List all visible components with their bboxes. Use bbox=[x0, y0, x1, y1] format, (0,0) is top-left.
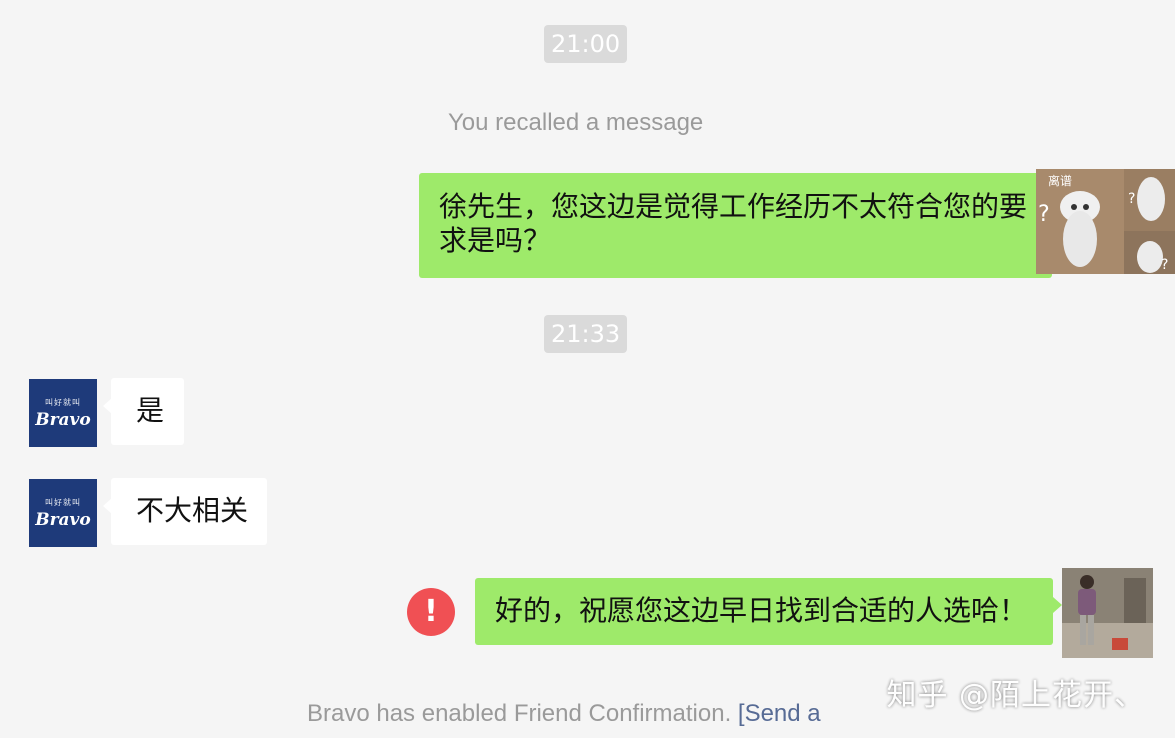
watermark: 知乎 @陌上花开、 bbox=[886, 678, 1145, 713]
avatar-small-text: 叫好就叫 bbox=[45, 498, 81, 507]
sticker-caption: 离谱 bbox=[1048, 174, 1073, 188]
friend-confirmation-notice: Bravo has enabled Friend Confirmation. [… bbox=[307, 700, 821, 728]
timestamp: 21:00 bbox=[544, 25, 628, 63]
friend-confirmation-text: Bravo has enabled Friend Confirmation. bbox=[307, 700, 738, 727]
message-bubble-incoming[interactable]: 不大相关 bbox=[111, 478, 267, 545]
message-bubble-outgoing[interactable]: 好的，祝愿您这边早日找到合适的人选哈！ bbox=[475, 578, 1053, 645]
avatar-small-text: 叫好就叫 bbox=[45, 398, 81, 407]
my-avatar[interactable]: ? ? ? 离谱 bbox=[1036, 169, 1175, 274]
message-text: 好的，祝愿您这边早日找到合适的人选哈！ bbox=[495, 594, 1028, 627]
avatar-brand-text: Bravo bbox=[35, 410, 91, 430]
message-bubble-outgoing[interactable]: 徐先生，您这边是觉得工作经历不太符合您的要求是吗？ bbox=[419, 173, 1052, 278]
person-photo-icon bbox=[1062, 568, 1153, 658]
svg-text:?: ? bbox=[1161, 257, 1168, 273]
recalled-message-notice: You recalled a message bbox=[448, 109, 704, 136]
send-failed-icon[interactable]: ! bbox=[407, 588, 455, 636]
bravo-avatar[interactable]: 叫好就叫 Bravo bbox=[29, 479, 97, 547]
svg-text:?: ? bbox=[1128, 191, 1135, 207]
avatar-brand-text: Bravo bbox=[35, 510, 91, 530]
timestamp: 21:33 bbox=[544, 315, 628, 353]
message-text: 是 bbox=[136, 394, 165, 427]
bravo-avatar[interactable]: 叫好就叫 Bravo bbox=[29, 379, 97, 447]
my-avatar[interactable] bbox=[1062, 568, 1153, 658]
send-friend-request-link[interactable]: [Send a bbox=[738, 700, 821, 727]
message-text: 徐先生，您这边是觉得工作经历不太符合您的要求是吗？ bbox=[439, 190, 1028, 257]
svg-text:?: ? bbox=[1038, 202, 1050, 227]
message-bubble-incoming[interactable]: 是 bbox=[111, 378, 184, 445]
message-text: 不大相关 bbox=[136, 494, 249, 527]
bubble-tail bbox=[1053, 597, 1062, 613]
